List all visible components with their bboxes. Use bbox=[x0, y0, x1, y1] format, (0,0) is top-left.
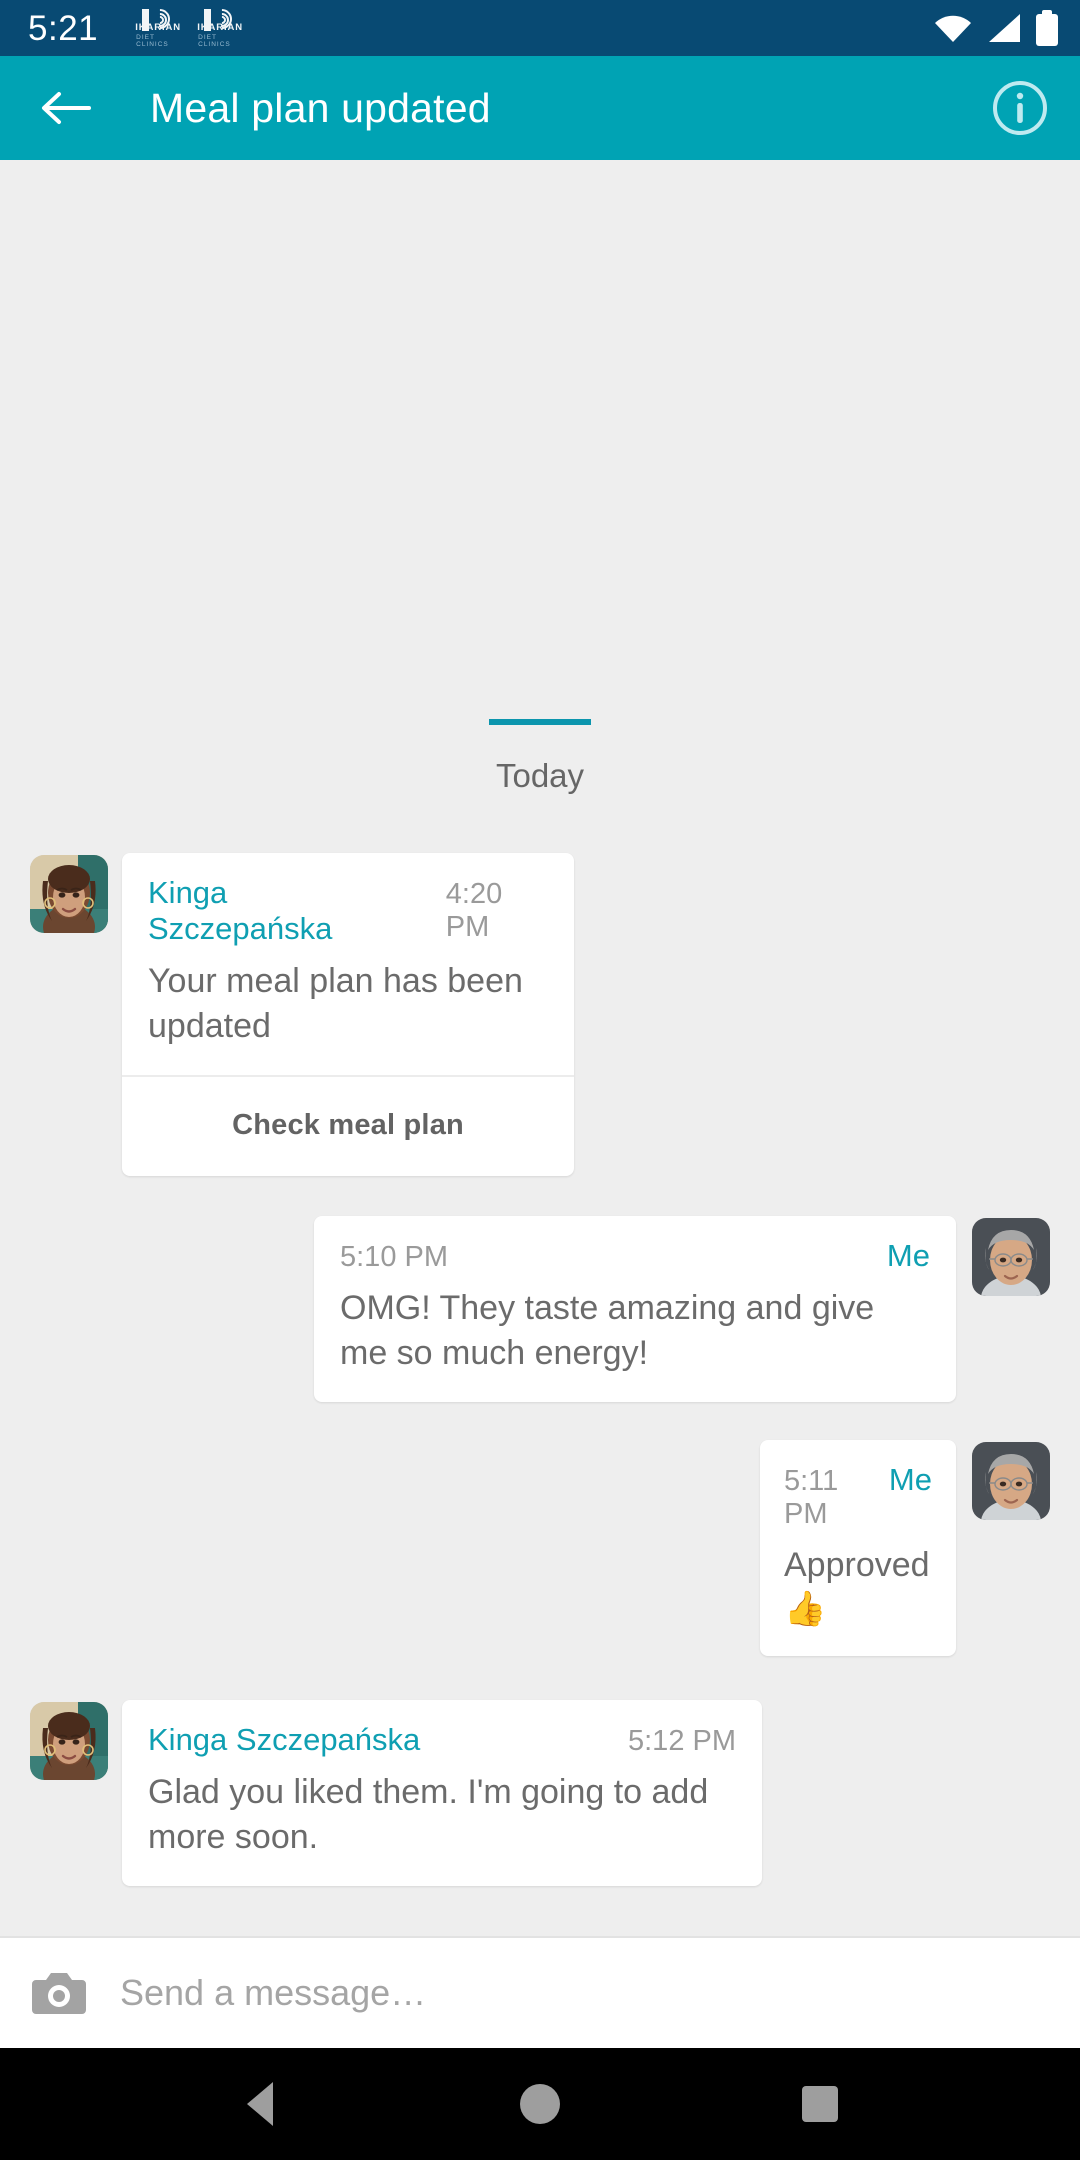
arrow-left-icon bbox=[42, 92, 91, 124]
nav-home-button[interactable] bbox=[480, 2048, 600, 2160]
nav-back-button[interactable] bbox=[200, 2048, 320, 2160]
day-divider: Today bbox=[0, 719, 1080, 795]
message-body: Kinga Szczepańska 5:12 PM Glad you liked… bbox=[122, 1700, 762, 1886]
nav-back-icon bbox=[247, 2082, 273, 2126]
message-time: 5:11 PM bbox=[784, 1464, 839, 1530]
day-divider-label: Today bbox=[495, 757, 585, 794]
info-button[interactable] bbox=[988, 76, 1052, 140]
status-notification-icons: IKARIAN DIET CLINICS IKARIAN DIET CLINIC… bbox=[135, 4, 242, 48]
message-sender: Kinga Szczepańska bbox=[148, 875, 333, 946]
chat-message-list[interactable]: Today Kinga Szczepańska 4:20 PM Your mea… bbox=[0, 160, 1080, 1936]
message-header: 5:11 PM Me bbox=[784, 1462, 932, 1531]
wifi-icon bbox=[934, 13, 972, 43]
message-header: 5:10 PM Me bbox=[340, 1238, 930, 1274]
status-bar: 5:21 IKARIAN DIET CLINICS IKARIAN DIET C… bbox=[0, 0, 1080, 56]
avatar-me[interactable] bbox=[972, 1217, 1050, 1296]
message-input[interactable] bbox=[120, 1972, 1048, 2014]
ikarian-logo-mark bbox=[138, 4, 178, 34]
nav-recents-button[interactable] bbox=[760, 2048, 880, 2160]
camera-button[interactable] bbox=[32, 1970, 86, 2016]
message-body: 5:10 PM Me OMG! They taste amazing and g… bbox=[314, 1216, 956, 1402]
avatar-kinga[interactable] bbox=[30, 855, 108, 933]
message-body: 5:11 PM Me Approved 👍 bbox=[760, 1440, 956, 1657]
message-body: Kinga Szczepańska 4:20 PM Your meal plan… bbox=[122, 853, 574, 1075]
message-sender: Kinga Szczepańska bbox=[148, 1722, 421, 1758]
nav-recents-icon bbox=[802, 2086, 838, 2122]
back-button[interactable] bbox=[30, 73, 100, 143]
message-text: Your meal plan has been updated bbox=[148, 962, 523, 1045]
message-composer bbox=[0, 1936, 1080, 2048]
message-row-omg: 5:10 PM Me OMG! They taste amazing and g… bbox=[0, 1215, 1080, 1402]
status-clock: 5:21 bbox=[28, 8, 99, 48]
notification-icon-sublabel-2: DIET CLINICS bbox=[198, 33, 231, 48]
message-time: 4:20 PM bbox=[445, 878, 503, 943]
check-meal-plan-button[interactable]: Check meal plan bbox=[122, 1074, 574, 1176]
message-row-approved: 5:11 PM Me Approved 👍 bbox=[0, 1439, 1080, 1657]
notification-icon-sublabel-1: DIET CLINICS bbox=[136, 33, 169, 48]
message-bubble-approved[interactable]: 5:11 PM Me Approved 👍 bbox=[760, 1439, 956, 1657]
camera-icon bbox=[32, 1973, 86, 2014]
message-sender: Me bbox=[888, 1461, 932, 1497]
phone-screen: 5:21 IKARIAN DIET CLINICS IKARIAN DIET C… bbox=[0, 0, 1080, 2160]
day-divider-rule bbox=[489, 719, 591, 725]
message-bubble-glad[interactable]: Kinga Szczepańska 5:12 PM Glad you liked… bbox=[122, 1700, 762, 1886]
message-sender: Me bbox=[886, 1237, 930, 1273]
message-card-meal-plan[interactable]: Kinga Szczepańska 4:20 PM Your meal plan… bbox=[122, 853, 574, 1176]
notification-icon-ikarian-2: IKARIAN DIET CLINICS bbox=[197, 4, 242, 48]
message-row-glad: Kinga Szczepańska 5:12 PM Glad you liked… bbox=[0, 1700, 1080, 1886]
message-time: 5:10 PM bbox=[340, 1240, 448, 1273]
android-navigation-bar bbox=[0, 2048, 1080, 2160]
battery-icon bbox=[1036, 10, 1058, 46]
notification-icon-ikarian-1: IKARIAN DIET CLINICS bbox=[135, 4, 180, 48]
info-circle-icon bbox=[993, 81, 1047, 135]
app-bar: Meal plan updated bbox=[0, 56, 1080, 160]
status-system-icons bbox=[934, 10, 1058, 46]
avatar-me[interactable] bbox=[972, 1441, 1050, 1520]
message-header: Kinga Szczepańska 5:12 PM bbox=[148, 1722, 736, 1758]
message-text: Approved 👍 bbox=[784, 1545, 930, 1629]
message-row-meal-plan-card: Kinga Szczepańska 4:20 PM Your meal plan… bbox=[0, 853, 1080, 1176]
ikarian-logo-mark bbox=[200, 4, 240, 34]
nav-home-icon bbox=[520, 2084, 560, 2124]
avatar-kinga[interactable] bbox=[30, 1702, 108, 1781]
signal-icon bbox=[986, 13, 1022, 43]
message-text: OMG! They taste amazing and give me so m… bbox=[340, 1288, 875, 1372]
message-text: Glad you liked them. I'm going to add mo… bbox=[148, 1773, 709, 1857]
message-time: 5:12 PM bbox=[628, 1725, 736, 1758]
message-header: Kinga Szczepańska 4:20 PM bbox=[148, 875, 548, 947]
message-bubble-omg[interactable]: 5:10 PM Me OMG! They taste amazing and g… bbox=[314, 1215, 956, 1402]
page-title: Meal plan updated bbox=[150, 84, 491, 131]
